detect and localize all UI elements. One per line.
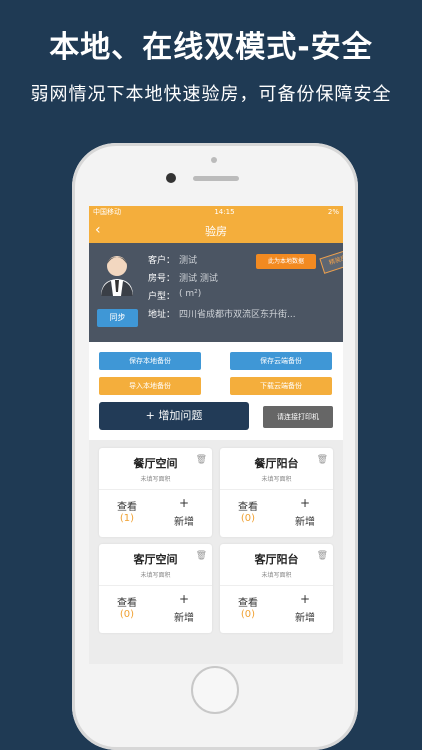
view-issues-button[interactable]: 查看 xyxy=(220,498,276,513)
clock-text: 14:15 xyxy=(214,208,235,216)
plus-icon[interactable]: + xyxy=(277,592,333,606)
nav-bar: ‹ 验房 xyxy=(89,218,343,243)
front-camera xyxy=(166,173,176,183)
room-card[interactable]: 客厅空间 🗑 未填写面积 查看 (0) + 新增 xyxy=(99,544,212,633)
room-grid: 餐厅空间 🗑 未填写面积 查看 (1) + 新增 餐厅阳台 🗑 未填写面积 查看… xyxy=(89,440,343,664)
house-info-panel: 同步 客户： 测试 房号： 测试 测试 户型： ( m²) 地址： 四川省成都市… xyxy=(89,243,343,342)
plus-icon[interactable]: + xyxy=(156,496,212,510)
issue-count: (0) xyxy=(240,609,256,620)
promo-subtitle: 弱网情况下本地快速验房，可备份保障安全 xyxy=(30,84,392,105)
add-issue-link[interactable]: 新增 xyxy=(156,609,212,624)
layout-value: ( m²) xyxy=(179,289,202,299)
room-label: 房号： xyxy=(148,274,176,284)
trash-icon[interactable]: 🗑 xyxy=(196,551,207,561)
earpiece-speaker xyxy=(193,176,239,181)
room-card[interactable]: 餐厅阳台 🗑 未填写面积 查看 (0) + 新增 xyxy=(220,448,333,537)
save-cloud-backup-button[interactable]: 保存云端备份 xyxy=(230,352,332,370)
add-issue-link[interactable]: 新增 xyxy=(156,513,212,528)
issue-count: (1) xyxy=(119,513,135,524)
decoration-stamp: 精装房 xyxy=(319,248,343,274)
avatar-icon xyxy=(101,256,133,296)
back-chevron-icon[interactable]: ‹ xyxy=(95,222,101,238)
customer-label: 客户： xyxy=(148,256,176,266)
room-area: 未填写面积 xyxy=(261,476,292,483)
card-divider xyxy=(220,489,333,490)
battery-text: 2% xyxy=(327,208,339,216)
view-issues-button[interactable]: 查看 xyxy=(99,594,155,609)
room-area: 未填写面积 xyxy=(261,572,292,579)
view-issues-button[interactable]: 查看 xyxy=(99,498,155,513)
backup-actions: 保存本地备份 保存云端备份 导入本地备份 下载云端备份 + 增加问题 请连接打印… xyxy=(89,342,343,440)
add-issue-link[interactable]: 新增 xyxy=(277,513,333,528)
promo-title: 本地、在线双模式-安全 xyxy=(49,30,373,65)
sensor-dot xyxy=(211,157,217,163)
issue-count: (0) xyxy=(119,609,135,620)
customer-row: 客户： 测试 xyxy=(148,253,197,266)
issue-count: (0) xyxy=(240,513,256,524)
plus-icon[interactable]: + xyxy=(277,496,333,510)
carrier-text: 中国移动 xyxy=(93,208,121,216)
add-issue-link[interactable]: 新增 xyxy=(277,609,333,624)
customer-value: 测试 xyxy=(179,256,198,266)
trash-icon[interactable]: 🗑 xyxy=(317,455,328,465)
layout-row: 户型： ( m²) xyxy=(148,289,201,302)
address-value: 四川省成都市双流区东升街... xyxy=(179,310,296,320)
local-data-badge: 此为本地数据 xyxy=(256,254,316,269)
room-area: 未填写面积 xyxy=(140,476,171,483)
room-card[interactable]: 餐厅空间 🗑 未填写面积 查看 (1) + 新增 xyxy=(99,448,212,537)
room-area: 未填写面积 xyxy=(140,572,171,579)
view-issues-button[interactable]: 查看 xyxy=(220,594,276,609)
room-row: 房号： 测试 测试 xyxy=(148,271,218,284)
page-title: 验房 xyxy=(205,224,227,238)
layout-label: 户型： xyxy=(148,292,176,302)
connect-printer-button[interactable]: 请连接打印机 xyxy=(263,406,333,428)
trash-icon[interactable]: 🗑 xyxy=(196,455,207,465)
add-issue-button[interactable]: + 增加问题 xyxy=(99,402,249,430)
trash-icon[interactable]: 🗑 xyxy=(317,551,328,561)
address-label: 地址： xyxy=(148,310,176,320)
status-bar: 中国移动 14:15 2% xyxy=(89,206,343,218)
address-row: 地址： 四川省成都市双流区东升街... xyxy=(148,307,296,320)
card-divider xyxy=(220,585,333,586)
import-local-backup-button[interactable]: 导入本地备份 xyxy=(99,377,201,395)
app-screen: 中国移动 14:15 2% ‹ 验房 同步 客户： 测试 房号： 测试 测试 户… xyxy=(89,206,343,664)
sync-button[interactable]: 同步 xyxy=(97,309,138,327)
card-divider xyxy=(99,585,212,586)
home-button[interactable] xyxy=(191,666,239,714)
card-divider xyxy=(99,489,212,490)
save-local-backup-button[interactable]: 保存本地备份 xyxy=(99,352,201,370)
plus-icon[interactable]: + xyxy=(156,592,212,606)
room-card[interactable]: 客厅阳台 🗑 未填写面积 查看 (0) + 新增 xyxy=(220,544,333,633)
download-cloud-backup-button[interactable]: 下载云端备份 xyxy=(230,377,332,395)
room-value: 测试 测试 xyxy=(179,274,218,284)
